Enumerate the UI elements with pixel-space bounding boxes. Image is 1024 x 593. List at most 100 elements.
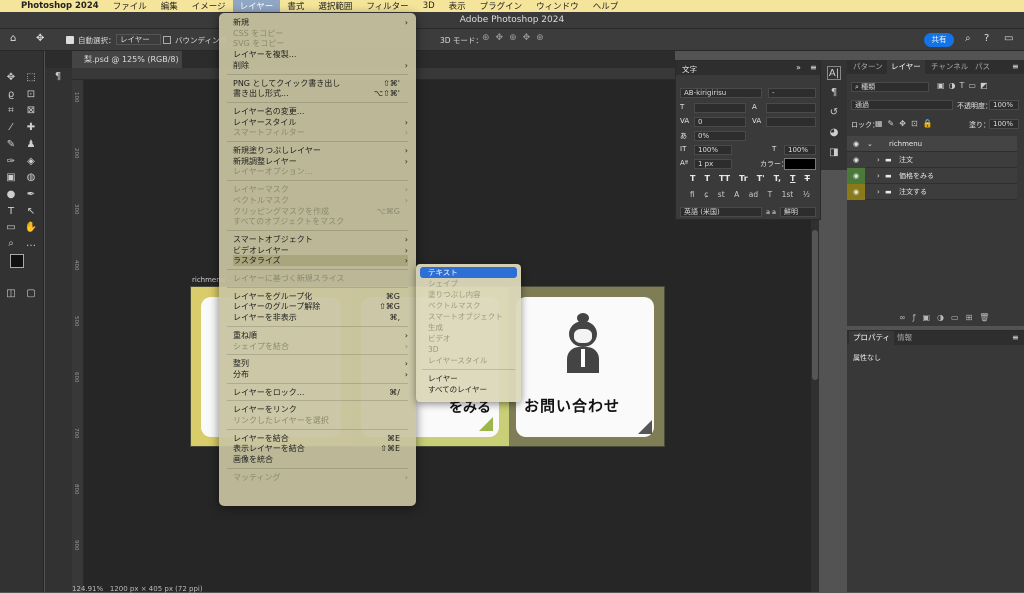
layer-menu-item[interactable]: 分布 › — [233, 369, 408, 380]
quick-mask-icon[interactable]: ◫ — [4, 287, 18, 301]
tracking-field[interactable] — [766, 117, 816, 127]
faux-italic-button[interactable]: T — [705, 174, 710, 185]
menu-image[interactable]: イメージ — [185, 0, 233, 12]
underline-button[interactable]: T — [790, 174, 795, 185]
hand-tool-icon[interactable]: ✋ — [24, 221, 38, 235]
paragraph-icon[interactable]: ¶ — [51, 70, 65, 84]
layers-menu-icon[interactable]: ≡ — [1012, 62, 1019, 71]
layer-menu-item[interactable]: PNG としてクイック書き出し ⇧⌘' — [233, 78, 408, 89]
stamp-tool-icon[interactable]: ♟ — [24, 138, 38, 152]
search-icon[interactable]: ⌕ — [965, 33, 971, 44]
swash-button[interactable]: A — [734, 190, 739, 201]
auto-select-checkbox[interactable] — [66, 36, 74, 44]
layer-menu-item[interactable]: ビデオレイヤー › — [233, 245, 408, 256]
bounding-checkbox[interactable] — [163, 36, 171, 44]
zoom-tool-icon[interactable]: ⌕ — [4, 237, 18, 251]
move-tool-icon[interactable]: ✥ — [36, 33, 44, 44]
layer-menu-item[interactable]: 新規 › — [233, 17, 408, 28]
visibility-icon[interactable]: ◉ — [853, 152, 859, 168]
layer-action-icons[interactable]: ∞ƒ▣◑▭⊞🗑 — [899, 313, 996, 322]
chevron-down-icon[interactable]: ⌄ — [867, 136, 873, 152]
tab-patterns[interactable]: パターン — [849, 60, 887, 74]
font-family-dropdown[interactable]: AB-kirigirisu — [680, 88, 762, 98]
menu-plugins[interactable]: プラグイン — [473, 0, 530, 12]
rasterize-menu-item[interactable]: テキスト — [420, 267, 517, 278]
all-caps-button[interactable]: TT — [719, 174, 730, 185]
titling-button[interactable]: T — [768, 190, 773, 201]
paragraph-panel-icon[interactable]: ¶ — [827, 86, 841, 100]
horizontal-scale-field[interactable]: 100% — [784, 145, 816, 155]
chevron-right-icon[interactable]: › — [877, 184, 880, 200]
menu-window[interactable]: ウィンドウ — [529, 0, 586, 12]
subscript-button[interactable]: T, — [774, 174, 781, 185]
layer-menu-item[interactable]: ラスタライズ › — [233, 255, 408, 267]
path-select-icon[interactable]: ↖ — [24, 205, 38, 219]
rasterize-menu-item[interactable]: すべてのレイヤー — [420, 384, 517, 395]
filter-type-icons[interactable]: ▣◑T▭◩ — [937, 81, 992, 90]
fill-field[interactable]: 100% — [989, 119, 1019, 129]
menu-file[interactable]: ファイル — [106, 0, 154, 12]
collapse-icon[interactable]: » — [796, 63, 801, 72]
baseline-field[interactable]: 1 px — [694, 159, 732, 169]
3d-tools-icon[interactable]: ⊕✥⊕✥⊕ — [482, 33, 550, 43]
pen-tool-icon[interactable]: ✒ — [24, 188, 38, 202]
layer-menu-item[interactable]: レイヤースタイル › — [233, 117, 408, 128]
scrollbar-thumb[interactable] — [812, 230, 818, 380]
properties-menu-icon[interactable]: ≡ — [1012, 333, 1019, 342]
vertical-scale-field[interactable]: 100% — [694, 145, 732, 155]
strikethrough-button[interactable]: T — [805, 174, 810, 185]
stylistic-alt-button[interactable]: ad — [749, 190, 758, 201]
layer-menu-item[interactable]: 整列 › — [233, 358, 408, 369]
layer-menu-item[interactable]: 新規調整レイヤー › — [233, 156, 408, 167]
move-tool-icon[interactable]: ✥ — [4, 71, 18, 85]
history-brush-icon[interactable]: ✑ — [4, 155, 18, 169]
language-dropdown[interactable]: 英語 (米国) — [680, 207, 762, 217]
layer-menu-item[interactable]: レイヤー名の変更... — [233, 106, 408, 117]
layer-filter-dropdown[interactable]: ⌕ 種類 — [851, 82, 929, 92]
blur-tool-icon[interactable]: ◍ — [24, 171, 38, 185]
panel-menu-icon[interactable]: ≡ — [810, 63, 817, 72]
fractions-button[interactable]: ½ — [803, 190, 810, 201]
workspace-icon[interactable]: ▭ — [1004, 33, 1013, 44]
document-tab[interactable]: 梨.psd @ 125% (RGB/8) * — [72, 51, 182, 81]
foreground-color-swatch[interactable] — [10, 254, 24, 268]
layer-row[interactable]: ◉ › ▬ 注文する — [847, 184, 1017, 200]
visibility-icon[interactable]: ◉ — [853, 136, 859, 152]
tab-channels[interactable]: チャンネル — [927, 60, 972, 74]
small-caps-button[interactable]: Tr — [739, 174, 748, 185]
color-panel-icon[interactable]: ◕ — [827, 126, 841, 140]
character-panel-icon[interactable]: A| — [827, 66, 841, 80]
layer-menu-item[interactable]: スマートオブジェクト › — [233, 234, 408, 245]
auto-select-dropdown[interactable]: レイヤー — [116, 34, 161, 45]
object-select-icon[interactable]: ⊡ — [24, 88, 38, 102]
character-tab[interactable]: 文字 — [682, 64, 697, 75]
layer-menu-item[interactable]: レイヤーのグループ解除 ⇧⌘G — [233, 301, 408, 312]
rectangle-tool-icon[interactable]: ▭ — [4, 221, 18, 235]
crop-tool-icon[interactable]: ⌗ — [4, 104, 18, 118]
layer-menu-item[interactable]: 画像を統合 — [233, 454, 408, 465]
share-button[interactable]: 共有 — [924, 33, 954, 47]
menu-help[interactable]: ヘルプ — [586, 0, 626, 12]
layer-menu-item[interactable]: レイヤーを非表示 ⌘, — [233, 312, 408, 323]
tab-info[interactable]: 情報 — [893, 331, 916, 345]
text-color-swatch[interactable] — [784, 158, 816, 170]
layer-menu-item[interactable]: 削除 › — [233, 60, 408, 71]
menu-app-name[interactable]: Photoshop 2024 — [14, 1, 106, 11]
healing-brush-icon[interactable]: ✚ — [24, 121, 38, 135]
tab-properties[interactable]: プロパティ — [849, 331, 895, 345]
layer-menu-item[interactable]: レイヤーをロック... ⌘/ — [233, 387, 408, 398]
lasso-tool-icon[interactable]: ϱ — [4, 88, 18, 102]
layer-menu-item[interactable]: レイヤーをグループ化 ⌘G — [233, 291, 408, 302]
history-panel-icon[interactable]: ↺ — [827, 106, 841, 120]
eyedropper-icon[interactable]: ⁄ — [4, 121, 18, 135]
help-icon[interactable]: ? — [984, 33, 989, 44]
opacity-field[interactable]: 100% — [989, 100, 1019, 110]
layer-row[interactable]: ◉ › ▬ 注文 — [847, 152, 1017, 168]
layer-menu-item[interactable]: 新規塗りつぶしレイヤー › — [233, 145, 408, 156]
ordinals-button[interactable]: 1st — [782, 190, 794, 201]
dodge-tool-icon[interactable]: ● — [4, 188, 18, 202]
tab-paths[interactable]: パス — [971, 60, 994, 74]
discretionary-lig-button[interactable]: st — [718, 190, 725, 201]
tab-layers[interactable]: レイヤー — [887, 60, 925, 74]
brush-tool-icon[interactable]: ✎ — [4, 138, 18, 152]
